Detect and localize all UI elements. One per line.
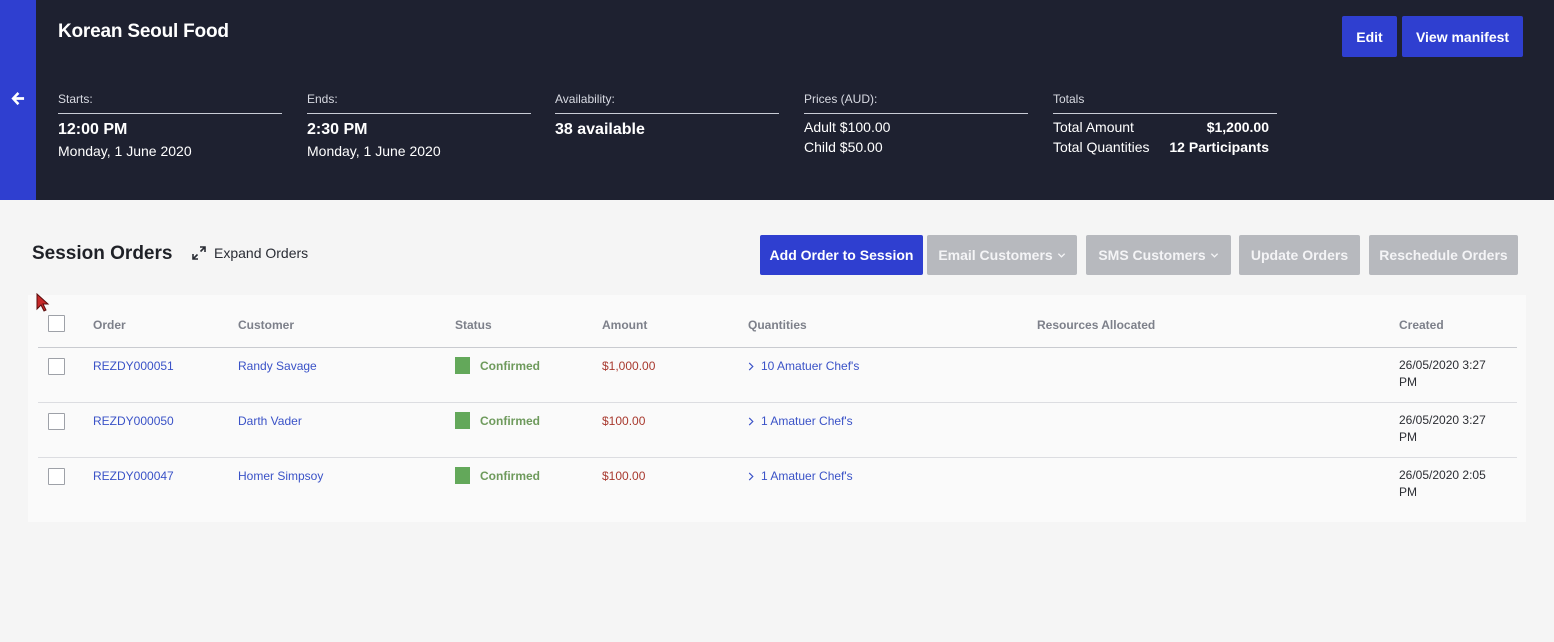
total-quantities-label: Total Quantities [1053, 139, 1150, 155]
quantities-toggle[interactable]: 1 Amatuer Chef's [748, 469, 853, 483]
created-date: 26/05/2020 2:05 PM [1399, 468, 1486, 499]
starts-label: Starts: [58, 92, 282, 114]
chevron-right-icon [748, 361, 754, 371]
order-amount: $1,000.00 [602, 359, 656, 373]
chevron-down-icon [1210, 252, 1218, 258]
row-divider [38, 457, 1517, 458]
status-label: Confirmed [480, 468, 540, 483]
expand-orders-button[interactable]: Expand Orders [192, 245, 308, 261]
mouse-cursor-icon [36, 293, 50, 312]
total-amount-row: Total Amount $1,200.00 [1053, 120, 1277, 134]
customer-link[interactable]: Homer Simpsoy [238, 469, 323, 483]
section-title: Session Orders [32, 243, 173, 264]
column-header-customer[interactable]: Customer [238, 318, 294, 332]
row-checkbox[interactable] [48, 358, 65, 375]
view-manifest-button[interactable]: View manifest [1402, 16, 1523, 57]
starts-date: Monday, 1 June 2020 [58, 143, 192, 159]
ends-date: Monday, 1 June 2020 [307, 143, 441, 159]
sms-customers-button[interactable]: SMS Customers [1086, 235, 1231, 275]
status-label: Confirmed [480, 413, 540, 428]
column-header-created[interactable]: Created [1399, 318, 1444, 332]
status-indicator [455, 357, 470, 374]
customer-link[interactable]: Randy Savage [238, 359, 317, 373]
total-amount-value: $1,200.00 [1206, 119, 1269, 135]
prices-block: Prices (AUD): Adult $100.00 Child $50.00 [804, 92, 1028, 154]
back-button[interactable] [0, 0, 36, 200]
ends-block: Ends: 2:30 PM Monday, 1 June 2020 [307, 92, 531, 159]
quantities-toggle[interactable]: 1 Amatuer Chef's [748, 414, 853, 428]
column-header-amount[interactable]: Amount [602, 318, 647, 332]
arrow-left-icon [11, 91, 25, 106]
availability-value: 38 available [555, 121, 645, 138]
quantities-label: 1 Amatuer Chef's [761, 414, 853, 428]
edit-button[interactable]: Edit [1342, 16, 1397, 57]
column-header-resources[interactable]: Resources Allocated [1037, 318, 1155, 332]
header-divider [38, 347, 1517, 348]
status-badge: Confirmed [455, 467, 540, 484]
status-badge: Confirmed [455, 412, 540, 429]
add-order-button[interactable]: Add Order to Session [760, 235, 923, 275]
status-indicator [455, 412, 470, 429]
chevron-right-icon [748, 416, 754, 426]
email-customers-button[interactable]: Email Customers [927, 235, 1077, 275]
created-date: 26/05/2020 3:27 PM [1399, 358, 1486, 389]
email-customers-label: Email Customers [938, 247, 1053, 263]
column-header-quantities[interactable]: Quantities [748, 318, 807, 332]
ends-label: Ends: [307, 92, 531, 114]
quantities-label: 1 Amatuer Chef's [761, 469, 853, 483]
status-indicator [455, 467, 470, 484]
created-date: 26/05/2020 3:27 PM [1399, 413, 1486, 444]
order-link[interactable]: REZDY000047 [93, 469, 174, 483]
prices-label: Prices (AUD): [804, 92, 1028, 114]
availability-block: Availability: 38 available [555, 92, 779, 139]
row-divider [38, 402, 1517, 403]
session-title: Korean Seoul Food [58, 21, 229, 42]
order-link[interactable]: REZDY000050 [93, 414, 174, 428]
starts-time: 12:00 PM [58, 121, 128, 138]
totals-label: Totals [1053, 92, 1277, 114]
row-checkbox[interactable] [48, 468, 65, 485]
availability-label: Availability: [555, 92, 779, 114]
price-child: Child $50.00 [804, 139, 883, 155]
customer-link[interactable]: Darth Vader [238, 414, 302, 428]
total-quantities-row: Total Quantities 12 Participants [1053, 140, 1277, 154]
chevron-down-icon [1057, 252, 1065, 258]
reschedule-orders-button[interactable]: Reschedule Orders [1369, 235, 1518, 275]
column-header-status[interactable]: Status [455, 318, 492, 332]
sms-customers-label: SMS Customers [1098, 247, 1206, 263]
order-amount: $100.00 [602, 414, 646, 428]
status-label: Confirmed [480, 358, 540, 373]
expand-orders-label: Expand Orders [214, 245, 309, 261]
quantities-label: 10 Amatuer Chef's [761, 359, 860, 373]
expand-icon [192, 246, 206, 260]
row-checkbox[interactable] [48, 413, 65, 430]
select-all-checkbox[interactable] [48, 315, 65, 332]
status-badge: Confirmed [455, 357, 540, 374]
total-amount-label: Total Amount [1053, 119, 1134, 135]
update-orders-button[interactable]: Update Orders [1239, 235, 1360, 275]
ends-time: 2:30 PM [307, 121, 368, 138]
order-link[interactable]: REZDY000051 [93, 359, 174, 373]
session-header: Korean Seoul Food Edit View manifest Sta… [0, 0, 1554, 200]
totals-block: Totals Total Amount $1,200.00 Total Quan… [1053, 92, 1277, 154]
order-amount: $100.00 [602, 469, 646, 483]
chevron-right-icon [748, 471, 754, 481]
starts-block: Starts: 12:00 PM Monday, 1 June 2020 [58, 92, 282, 159]
price-adult: Adult $100.00 [804, 119, 891, 135]
quantities-toggle[interactable]: 10 Amatuer Chef's [748, 359, 859, 373]
total-quantities-value: 12 Participants [1169, 139, 1269, 155]
column-header-order[interactable]: Order [93, 318, 126, 332]
